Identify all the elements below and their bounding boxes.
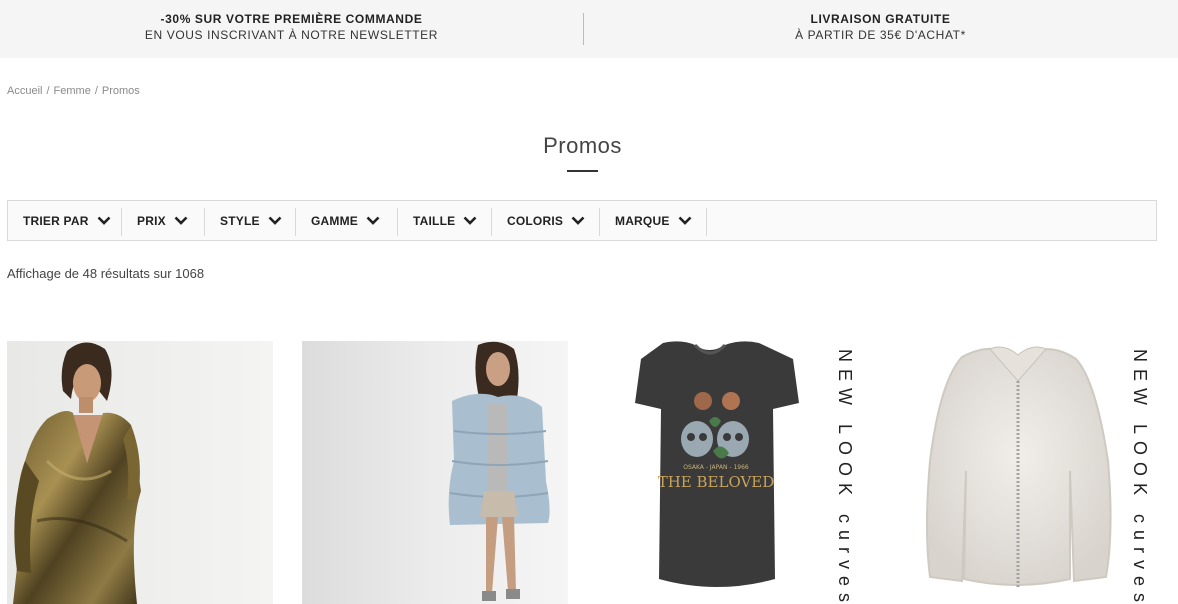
filter-range-label: GAMME xyxy=(311,213,358,228)
filter-sort-label: TRIER PAR xyxy=(23,213,89,228)
filter-divider xyxy=(599,208,600,236)
product-card-metallic-dress[interactable] xyxy=(7,341,273,604)
filter-divider xyxy=(204,208,205,236)
filter-divider xyxy=(706,208,707,236)
product-image-beloved-tshirt[interactable]: OSAKA - JAPAN - 1966 THE BELOVED NEW LOO… xyxy=(597,341,863,604)
filter-bar: TRIER PAR PRIX STYLE GAMME TAILLE COLORI… xyxy=(7,200,1157,241)
results-count: Affichage de 48 résultats sur 1068 xyxy=(7,266,205,281)
filter-size[interactable]: TAILLE xyxy=(413,201,477,240)
chevron-down-icon xyxy=(268,216,282,225)
breadcrumb-separator: / xyxy=(46,85,50,97)
filter-color[interactable]: COLORIS xyxy=(507,201,585,240)
free-shipping-subtitle: À PARTIR DE 35€ D'ACHAT* xyxy=(795,28,966,42)
newsletter-promo[interactable]: -30% SUR VOTRE PREMIÈRE COMMANDE EN VOUS… xyxy=(0,12,583,42)
product-image-metallic-dress[interactable] xyxy=(7,341,273,604)
chevron-down-icon xyxy=(97,216,111,225)
title-underline xyxy=(567,170,598,172)
product-card-beloved-tshirt[interactable]: OSAKA - JAPAN - 1966 THE BELOVED NEW LOO… xyxy=(597,341,863,604)
product-card-fur-jacket[interactable]: NEW LOOK curves xyxy=(892,341,1158,604)
page-title: Promos xyxy=(543,133,622,158)
promo-banner: -30% SUR VOTRE PREMIÈRE COMMANDE EN VOUS… xyxy=(0,0,1178,58)
chevron-down-icon xyxy=(571,216,585,225)
filter-price[interactable]: PRIX xyxy=(137,201,188,240)
filter-sort[interactable]: TRIER PAR xyxy=(23,201,111,240)
filter-style-label: STYLE xyxy=(220,213,260,228)
breadcrumb-separator: / xyxy=(94,85,98,97)
filter-style[interactable]: STYLE xyxy=(220,201,282,240)
filter-price-label: PRIX xyxy=(137,213,166,228)
filter-range[interactable]: GAMME xyxy=(311,201,380,240)
tshirt-print-subtext: OSAKA - JAPAN - 1966 xyxy=(683,464,749,471)
free-shipping-title: LIVRAISON GRATUITE xyxy=(810,12,951,26)
filter-color-label: COLORIS xyxy=(507,213,564,228)
breadcrumb-item-femme[interactable]: Femme xyxy=(54,85,91,97)
chevron-down-icon xyxy=(174,216,188,225)
brand-logo-text: NEW LOOK curves xyxy=(835,349,855,604)
product-image-fur-jacket[interactable]: NEW LOOK curves xyxy=(892,341,1158,604)
brand-logo-text: NEW LOOK curves xyxy=(1130,349,1150,604)
chevron-down-icon xyxy=(463,216,477,225)
breadcrumb-item-accueil[interactable]: Accueil xyxy=(7,85,42,97)
free-shipping-promo[interactable]: LIVRAISON GRATUITE À PARTIR DE 35€ D'ACH… xyxy=(583,12,1178,42)
newsletter-promo-title: -30% SUR VOTRE PREMIÈRE COMMANDE xyxy=(160,12,423,26)
filter-divider xyxy=(397,208,398,236)
product-card-puffer-coat[interactable] xyxy=(302,341,568,604)
filter-brand[interactable]: MARQUE xyxy=(615,201,692,240)
newsletter-promo-subtitle: EN VOUS INSCRIVANT À NOTRE NEWSLETTER xyxy=(144,28,439,42)
chevron-down-icon xyxy=(366,216,380,225)
breadcrumb-item-promos: Promos xyxy=(101,85,140,97)
filter-brand-label: MARQUE xyxy=(615,213,670,228)
product-image-puffer-coat[interactable] xyxy=(302,341,568,604)
breadcrumb: Accueil / Femme / Promos xyxy=(7,85,140,97)
chevron-down-icon xyxy=(678,216,692,225)
filter-divider xyxy=(121,208,122,236)
filter-divider xyxy=(491,208,492,236)
filter-size-label: TAILLE xyxy=(413,213,456,228)
tshirt-print-text: THE BELOVED xyxy=(658,473,775,491)
filter-divider xyxy=(295,208,296,236)
